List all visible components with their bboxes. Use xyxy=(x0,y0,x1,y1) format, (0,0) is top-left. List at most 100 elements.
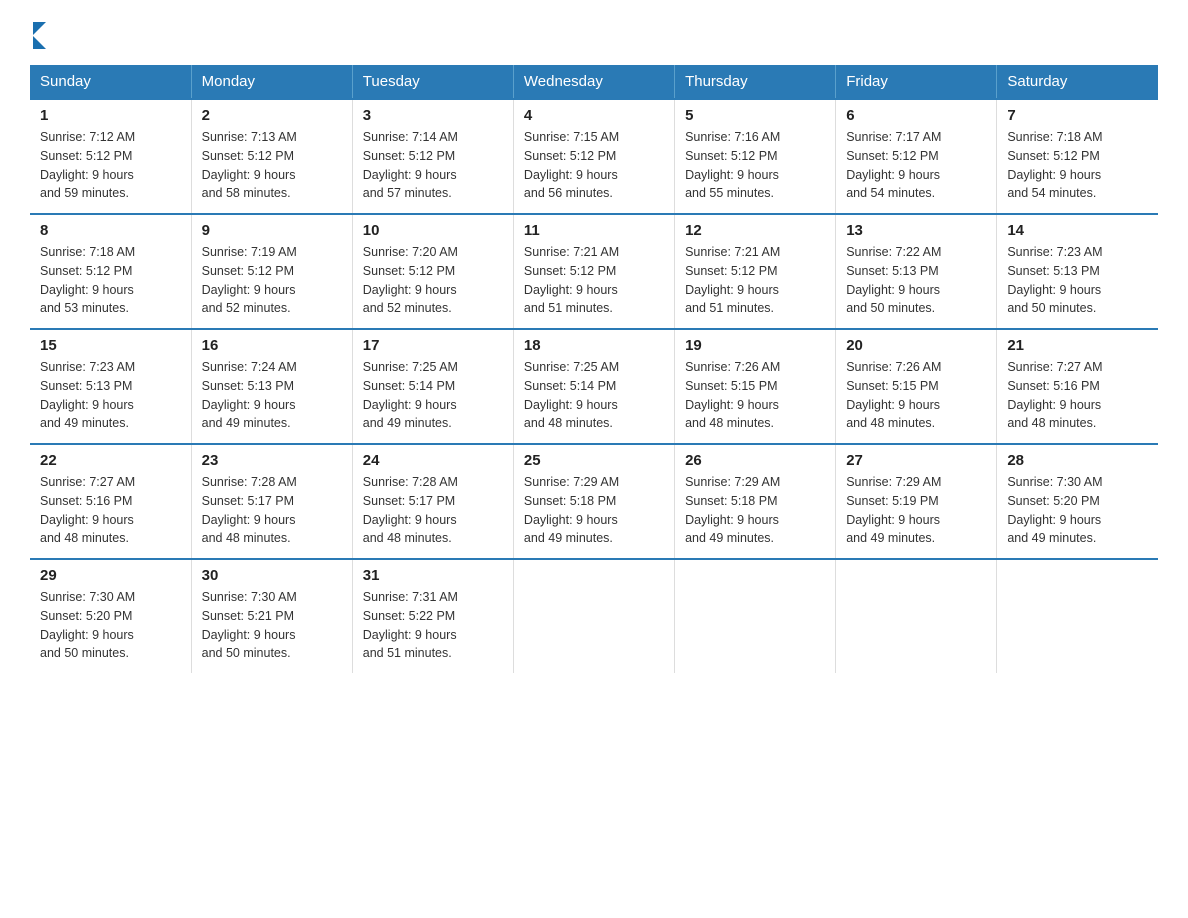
day-info: Sunrise: 7:28 AM Sunset: 5:17 PM Dayligh… xyxy=(202,473,342,548)
day-info: Sunrise: 7:30 AM Sunset: 5:20 PM Dayligh… xyxy=(1007,473,1148,548)
calendar-cell: 25 Sunrise: 7:29 AM Sunset: 5:18 PM Dayl… xyxy=(513,444,674,559)
calendar-cell: 29 Sunrise: 7:30 AM Sunset: 5:20 PM Dayl… xyxy=(30,559,191,673)
day-number: 22 xyxy=(40,452,181,469)
calendar-cell xyxy=(836,559,997,673)
calendar-cell: 28 Sunrise: 7:30 AM Sunset: 5:20 PM Dayl… xyxy=(997,444,1158,559)
calendar-cell: 27 Sunrise: 7:29 AM Sunset: 5:19 PM Dayl… xyxy=(836,444,997,559)
day-info: Sunrise: 7:22 AM Sunset: 5:13 PM Dayligh… xyxy=(846,243,986,318)
calendar-cell: 6 Sunrise: 7:17 AM Sunset: 5:12 PM Dayli… xyxy=(836,99,997,214)
day-number: 18 xyxy=(524,337,664,354)
calendar-cell xyxy=(513,559,674,673)
day-info: Sunrise: 7:23 AM Sunset: 5:13 PM Dayligh… xyxy=(40,358,181,433)
day-number: 9 xyxy=(202,222,342,239)
day-info: Sunrise: 7:18 AM Sunset: 5:12 PM Dayligh… xyxy=(1007,128,1148,203)
calendar-cell: 10 Sunrise: 7:20 AM Sunset: 5:12 PM Dayl… xyxy=(352,214,513,329)
week-row-4: 22 Sunrise: 7:27 AM Sunset: 5:16 PM Dayl… xyxy=(30,444,1158,559)
calendar-cell: 3 Sunrise: 7:14 AM Sunset: 5:12 PM Dayli… xyxy=(352,99,513,214)
day-info: Sunrise: 7:19 AM Sunset: 5:12 PM Dayligh… xyxy=(202,243,342,318)
day-info: Sunrise: 7:27 AM Sunset: 5:16 PM Dayligh… xyxy=(40,473,181,548)
calendar-cell xyxy=(997,559,1158,673)
calendar-cell: 17 Sunrise: 7:25 AM Sunset: 5:14 PM Dayl… xyxy=(352,329,513,444)
day-number: 28 xyxy=(1007,452,1148,469)
day-number: 27 xyxy=(846,452,986,469)
day-info: Sunrise: 7:20 AM Sunset: 5:12 PM Dayligh… xyxy=(363,243,503,318)
week-row-2: 8 Sunrise: 7:18 AM Sunset: 5:12 PM Dayli… xyxy=(30,214,1158,329)
calendar-cell: 7 Sunrise: 7:18 AM Sunset: 5:12 PM Dayli… xyxy=(997,99,1158,214)
day-number: 23 xyxy=(202,452,342,469)
day-number: 10 xyxy=(363,222,503,239)
day-info: Sunrise: 7:26 AM Sunset: 5:15 PM Dayligh… xyxy=(685,358,825,433)
calendar-cell: 20 Sunrise: 7:26 AM Sunset: 5:15 PM Dayl… xyxy=(836,329,997,444)
day-info: Sunrise: 7:15 AM Sunset: 5:12 PM Dayligh… xyxy=(524,128,664,203)
day-number: 14 xyxy=(1007,222,1148,239)
day-info: Sunrise: 7:16 AM Sunset: 5:12 PM Dayligh… xyxy=(685,128,825,203)
calendar-cell: 19 Sunrise: 7:26 AM Sunset: 5:15 PM Dayl… xyxy=(675,329,836,444)
logo xyxy=(30,20,46,47)
calendar-cell: 16 Sunrise: 7:24 AM Sunset: 5:13 PM Dayl… xyxy=(191,329,352,444)
day-info: Sunrise: 7:24 AM Sunset: 5:13 PM Dayligh… xyxy=(202,358,342,433)
day-number: 15 xyxy=(40,337,181,354)
calendar-cell: 30 Sunrise: 7:30 AM Sunset: 5:21 PM Dayl… xyxy=(191,559,352,673)
page-header xyxy=(30,20,1158,47)
calendar-cell: 11 Sunrise: 7:21 AM Sunset: 5:12 PM Dayl… xyxy=(513,214,674,329)
day-info: Sunrise: 7:29 AM Sunset: 5:18 PM Dayligh… xyxy=(685,473,825,548)
day-number: 17 xyxy=(363,337,503,354)
calendar-cell xyxy=(675,559,836,673)
day-number: 6 xyxy=(846,107,986,124)
day-info: Sunrise: 7:17 AM Sunset: 5:12 PM Dayligh… xyxy=(846,128,986,203)
day-info: Sunrise: 7:31 AM Sunset: 5:22 PM Dayligh… xyxy=(363,588,503,663)
day-number: 19 xyxy=(685,337,825,354)
calendar-table: SundayMondayTuesdayWednesdayThursdayFrid… xyxy=(30,65,1158,673)
calendar-cell: 5 Sunrise: 7:16 AM Sunset: 5:12 PM Dayli… xyxy=(675,99,836,214)
calendar-cell: 23 Sunrise: 7:28 AM Sunset: 5:17 PM Dayl… xyxy=(191,444,352,559)
day-number: 20 xyxy=(846,337,986,354)
header-tuesday: Tuesday xyxy=(352,65,513,99)
day-number: 11 xyxy=(524,222,664,239)
calendar-cell: 18 Sunrise: 7:25 AM Sunset: 5:14 PM Dayl… xyxy=(513,329,674,444)
week-row-1: 1 Sunrise: 7:12 AM Sunset: 5:12 PM Dayli… xyxy=(30,99,1158,214)
day-info: Sunrise: 7:14 AM Sunset: 5:12 PM Dayligh… xyxy=(363,128,503,203)
day-number: 1 xyxy=(40,107,181,124)
calendar-cell: 8 Sunrise: 7:18 AM Sunset: 5:12 PM Dayli… xyxy=(30,214,191,329)
header-friday: Friday xyxy=(836,65,997,99)
header-sunday: Sunday xyxy=(30,65,191,99)
calendar-cell: 31 Sunrise: 7:31 AM Sunset: 5:22 PM Dayl… xyxy=(352,559,513,673)
day-info: Sunrise: 7:26 AM Sunset: 5:15 PM Dayligh… xyxy=(846,358,986,433)
day-number: 7 xyxy=(1007,107,1148,124)
header-thursday: Thursday xyxy=(675,65,836,99)
calendar-cell: 22 Sunrise: 7:27 AM Sunset: 5:16 PM Dayl… xyxy=(30,444,191,559)
calendar-cell: 14 Sunrise: 7:23 AM Sunset: 5:13 PM Dayl… xyxy=(997,214,1158,329)
weekday-header-row: SundayMondayTuesdayWednesdayThursdayFrid… xyxy=(30,65,1158,99)
day-number: 13 xyxy=(846,222,986,239)
week-row-3: 15 Sunrise: 7:23 AM Sunset: 5:13 PM Dayl… xyxy=(30,329,1158,444)
day-number: 4 xyxy=(524,107,664,124)
day-number: 12 xyxy=(685,222,825,239)
calendar-cell: 15 Sunrise: 7:23 AM Sunset: 5:13 PM Dayl… xyxy=(30,329,191,444)
day-number: 16 xyxy=(202,337,342,354)
day-info: Sunrise: 7:21 AM Sunset: 5:12 PM Dayligh… xyxy=(524,243,664,318)
header-wednesday: Wednesday xyxy=(513,65,674,99)
day-info: Sunrise: 7:29 AM Sunset: 5:18 PM Dayligh… xyxy=(524,473,664,548)
calendar-cell: 9 Sunrise: 7:19 AM Sunset: 5:12 PM Dayli… xyxy=(191,214,352,329)
calendar-cell: 13 Sunrise: 7:22 AM Sunset: 5:13 PM Dayl… xyxy=(836,214,997,329)
day-info: Sunrise: 7:29 AM Sunset: 5:19 PM Dayligh… xyxy=(846,473,986,548)
header-monday: Monday xyxy=(191,65,352,99)
day-number: 26 xyxy=(685,452,825,469)
calendar-cell: 24 Sunrise: 7:28 AM Sunset: 5:17 PM Dayl… xyxy=(352,444,513,559)
header-saturday: Saturday xyxy=(997,65,1158,99)
day-number: 29 xyxy=(40,567,181,584)
day-number: 3 xyxy=(363,107,503,124)
day-info: Sunrise: 7:30 AM Sunset: 5:20 PM Dayligh… xyxy=(40,588,181,663)
day-number: 8 xyxy=(40,222,181,239)
day-number: 31 xyxy=(363,567,503,584)
day-info: Sunrise: 7:18 AM Sunset: 5:12 PM Dayligh… xyxy=(40,243,181,318)
day-info: Sunrise: 7:25 AM Sunset: 5:14 PM Dayligh… xyxy=(524,358,664,433)
day-number: 24 xyxy=(363,452,503,469)
calendar-cell: 2 Sunrise: 7:13 AM Sunset: 5:12 PM Dayli… xyxy=(191,99,352,214)
calendar-cell: 1 Sunrise: 7:12 AM Sunset: 5:12 PM Dayli… xyxy=(30,99,191,214)
day-number: 30 xyxy=(202,567,342,584)
week-row-5: 29 Sunrise: 7:30 AM Sunset: 5:20 PM Dayl… xyxy=(30,559,1158,673)
calendar-cell: 4 Sunrise: 7:15 AM Sunset: 5:12 PM Dayli… xyxy=(513,99,674,214)
day-number: 25 xyxy=(524,452,664,469)
day-number: 2 xyxy=(202,107,342,124)
